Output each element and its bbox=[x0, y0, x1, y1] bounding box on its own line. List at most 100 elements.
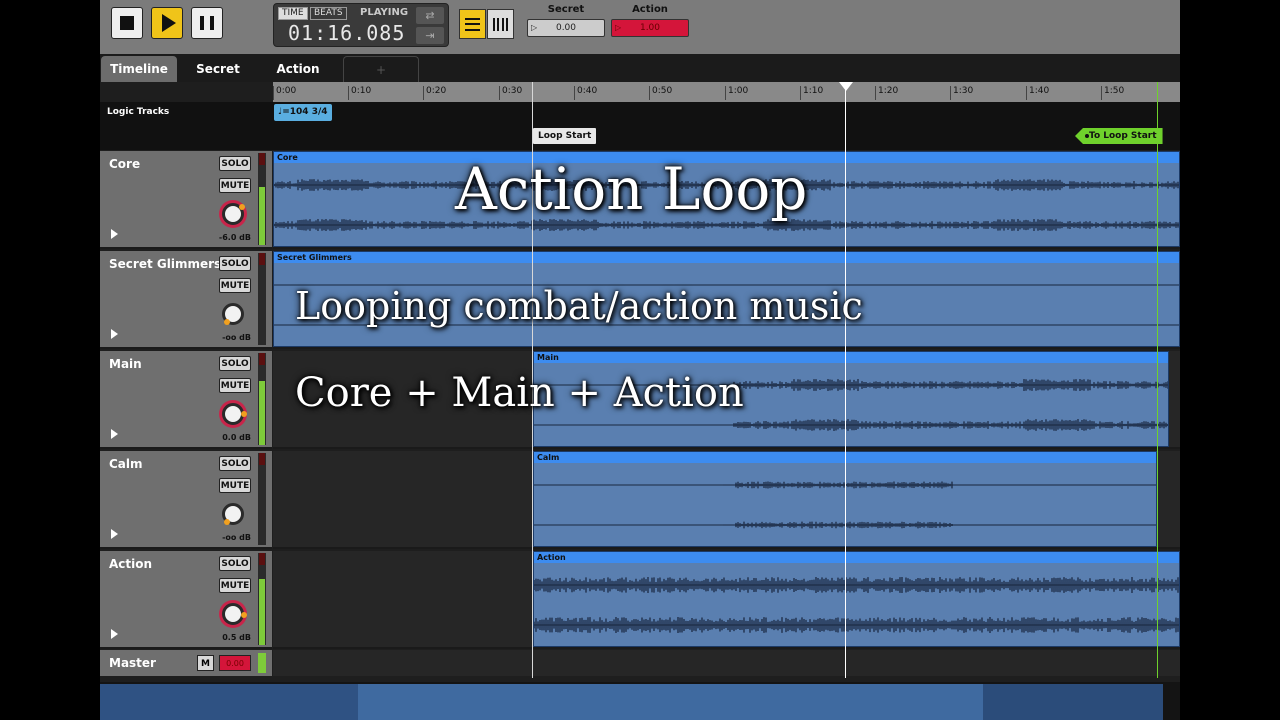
ruler-tick: 0:50 bbox=[649, 86, 672, 100]
mute-button[interactable]: MUTE bbox=[219, 478, 251, 493]
loop-end-line bbox=[1157, 82, 1158, 678]
expand-triangle-icon[interactable] bbox=[111, 229, 118, 239]
loop-toggle-icon[interactable]: ⇄ bbox=[416, 7, 444, 24]
volume-readout: -oo dB bbox=[222, 533, 251, 542]
mute-button[interactable]: MUTE bbox=[219, 378, 251, 393]
tab-action[interactable]: Action bbox=[263, 56, 333, 82]
caption-line-1: Looping combat/action music bbox=[295, 284, 863, 328]
pause-button[interactable] bbox=[191, 7, 223, 39]
master-name: Master bbox=[109, 656, 156, 670]
track-lane-action[interactable]: Action bbox=[273, 551, 1180, 649]
ruler-tick: 1:00 bbox=[725, 86, 748, 100]
stop-button[interactable] bbox=[111, 7, 143, 39]
volume-readout: 0.5 dB bbox=[222, 633, 251, 642]
list-icon bbox=[465, 17, 480, 31]
timeline-ruler[interactable]: 0:00 0:10 0:20 0:30 0:40 0:50 1:00 1:10 … bbox=[273, 82, 1180, 102]
solo-button[interactable]: SOLO bbox=[219, 156, 251, 171]
audio-clip-action[interactable]: Action bbox=[533, 551, 1180, 647]
master-volume[interactable]: 0.00 bbox=[219, 655, 251, 671]
parameter-label: Secret bbox=[547, 4, 585, 15]
parameter-value: 1.00 bbox=[639, 23, 661, 33]
tempo-marker[interactable]: ♩=104 3/4 bbox=[274, 104, 332, 121]
logic-tracks-row bbox=[100, 102, 1180, 150]
parameter-action: Action ▷ 1.00 bbox=[611, 4, 689, 37]
ruler-tick: 0:00 bbox=[273, 86, 296, 100]
caption-line-2: Core + Main + Action bbox=[295, 370, 744, 416]
solo-button[interactable]: SOLO bbox=[219, 356, 251, 371]
loop-start-marker[interactable]: Loop Start bbox=[533, 128, 597, 144]
track-name: Secret Glimmers bbox=[109, 257, 222, 271]
ruler-spacer bbox=[100, 82, 272, 102]
volume-readout: 0.0 dB bbox=[222, 433, 251, 442]
ruler-tick: 0:10 bbox=[348, 86, 371, 100]
volume-knob[interactable] bbox=[222, 303, 244, 325]
expand-triangle-icon[interactable] bbox=[111, 429, 118, 439]
waveform bbox=[534, 577, 1179, 633]
solo-button[interactable]: SOLO bbox=[219, 456, 251, 471]
level-meter bbox=[258, 353, 266, 445]
track-header-core[interactable]: Core SOLO MUTE -6.0 dB bbox=[100, 151, 272, 249]
ruler-tick: 1:40 bbox=[1026, 86, 1049, 100]
fmod-timeline-window: TIME BEATS PLAYING 01:16.085 ⇄ ⇥ Secret … bbox=[100, 0, 1180, 720]
mute-button[interactable]: MUTE bbox=[219, 178, 251, 193]
track-lane-calm[interactable]: Calm bbox=[273, 451, 1180, 549]
parameter-secret: Secret ▷ 0.00 bbox=[527, 4, 605, 37]
tab-timeline[interactable]: Timeline bbox=[101, 56, 177, 82]
follow-playhead-icon[interactable]: ⇥ bbox=[416, 27, 444, 44]
tab-secret[interactable]: Secret bbox=[183, 56, 253, 82]
playhead-line[interactable] bbox=[845, 82, 846, 678]
parameter-action-value[interactable]: ▷ 1.00 bbox=[611, 19, 689, 37]
to-loop-start-transition[interactable]: To Loop Start bbox=[1075, 128, 1163, 144]
volume-knob[interactable] bbox=[222, 203, 245, 225]
clip-name: Action bbox=[534, 552, 1179, 563]
parameter-label: Action bbox=[632, 4, 668, 15]
transport-toolbar: TIME BEATS PLAYING 01:16.085 ⇄ ⇥ Secret … bbox=[100, 0, 1180, 54]
pause-icon bbox=[200, 16, 214, 30]
timeline-overview-scrollbar[interactable] bbox=[100, 682, 1180, 720]
mute-button[interactable]: MUTE bbox=[219, 578, 251, 593]
master-mute-button[interactable]: M bbox=[197, 655, 214, 671]
ruler-tick: 0:40 bbox=[574, 86, 597, 100]
master-bus-header[interactable]: Master M 0.00 bbox=[100, 650, 272, 676]
play-button[interactable] bbox=[151, 7, 183, 39]
overview-segment bbox=[983, 684, 1163, 720]
beats-mode-toggle[interactable]: BEATS bbox=[310, 7, 347, 20]
track-name: Core bbox=[109, 157, 141, 171]
parameter-arrow-icon: ▷ bbox=[615, 23, 622, 32]
ruler-tick: 0:30 bbox=[499, 86, 522, 100]
mute-button[interactable]: MUTE bbox=[219, 278, 251, 293]
caption-title: Action Loop bbox=[455, 155, 808, 223]
playback-time: 01:16.085 bbox=[288, 21, 406, 45]
playhead-handle-icon[interactable] bbox=[839, 82, 853, 91]
master-lane bbox=[273, 650, 1180, 676]
level-meter bbox=[258, 553, 266, 645]
master-level-meter bbox=[258, 653, 266, 673]
volume-readout: -6.0 dB bbox=[218, 233, 251, 242]
solo-button[interactable]: SOLO bbox=[219, 556, 251, 571]
overview-viewport[interactable] bbox=[358, 684, 983, 720]
expand-triangle-icon[interactable] bbox=[111, 629, 118, 639]
overview-segment bbox=[100, 684, 358, 720]
volume-knob[interactable] bbox=[222, 403, 247, 425]
track-name: Calm bbox=[109, 457, 143, 471]
ruler-tick: 1:10 bbox=[800, 86, 823, 100]
volume-knob[interactable] bbox=[222, 503, 244, 525]
track-header-action[interactable]: Action SOLO MUTE 0.5 dB bbox=[100, 551, 272, 649]
time-mode-toggle[interactable]: TIME bbox=[278, 7, 308, 20]
solo-button[interactable]: SOLO bbox=[219, 256, 251, 271]
expand-triangle-icon[interactable] bbox=[111, 529, 118, 539]
track-name: Main bbox=[109, 357, 142, 371]
volume-knob[interactable] bbox=[222, 603, 247, 625]
track-header-secret-glimmers[interactable]: Secret Glimmers SOLO MUTE -oo dB bbox=[100, 251, 272, 349]
expand-triangle-icon[interactable] bbox=[111, 329, 118, 339]
tracks-view-button[interactable] bbox=[459, 9, 486, 39]
parameter-value: 0.00 bbox=[555, 23, 577, 33]
parameter-secret-value[interactable]: ▷ 0.00 bbox=[527, 19, 605, 37]
track-header-calm[interactable]: Calm SOLO MUTE -oo dB bbox=[100, 451, 272, 549]
add-tab-button[interactable]: + bbox=[343, 56, 419, 83]
ruler-tick: 1:30 bbox=[950, 86, 973, 100]
track-header-main[interactable]: Main SOLO MUTE 0.0 dB bbox=[100, 351, 272, 449]
ruler-tick: 1:50 bbox=[1101, 86, 1124, 100]
mixer-view-button[interactable] bbox=[487, 9, 514, 39]
clip-name: Secret Glimmers bbox=[274, 252, 1179, 263]
